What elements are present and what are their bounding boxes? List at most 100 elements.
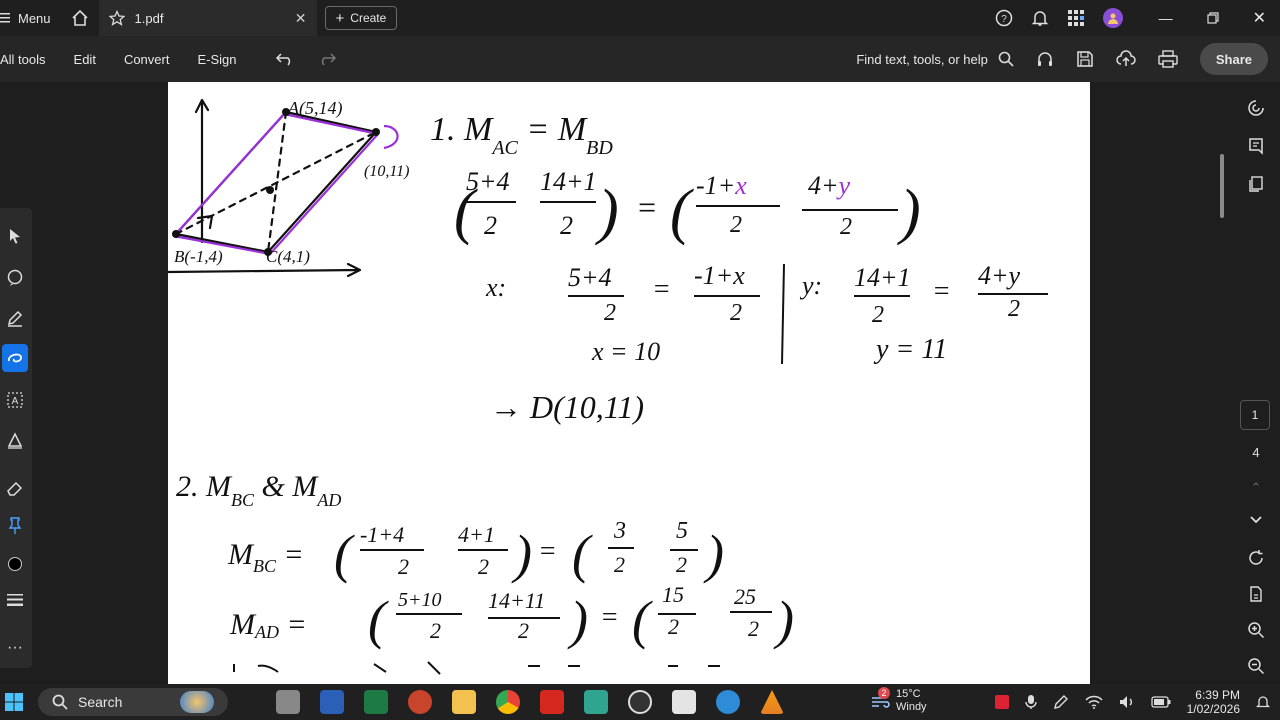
rotate-icon[interactable] [1242, 544, 1270, 572]
windows-start-icon[interactable] [4, 692, 24, 712]
acrobat-icon[interactable] [540, 690, 564, 714]
create-button[interactable]: + Create [324, 6, 398, 30]
notification-bell-icon[interactable] [1256, 694, 1270, 710]
weather-widget[interactable]: 2 15°C Windy [870, 687, 927, 714]
ai-assistant-icon[interactable] [1242, 94, 1270, 122]
hamburger-icon [0, 13, 10, 23]
fill-sign-icon[interactable] [2, 426, 28, 454]
minimize-icon[interactable]: — [1159, 10, 1173, 26]
pen-app-icon[interactable] [584, 690, 608, 714]
pages-thumbnails-icon[interactable] [1242, 170, 1270, 198]
menu-button[interactable]: Menu [0, 0, 61, 36]
close-tab-icon[interactable]: ✕ [295, 10, 307, 27]
find-search[interactable]: Find text, tools, or help [856, 51, 1014, 67]
apps-grid-icon[interactable] [1067, 9, 1085, 27]
line-weight-icon[interactable] [2, 586, 28, 614]
prev-page-icon[interactable]: ⌃ [1242, 474, 1270, 502]
esign-button[interactable]: E-Sign [183, 36, 250, 82]
save-icon[interactable] [1076, 50, 1094, 68]
redo-icon[interactable] [309, 36, 351, 82]
clock-time: 6:39 PM [1195, 688, 1240, 702]
eq1-rnum1: -1+x [696, 171, 747, 200]
mbc-r2: 5 [676, 518, 688, 544]
close-window-icon[interactable]: ✕ [1253, 8, 1266, 28]
label-c: C(4,1) [266, 247, 310, 266]
document-tab[interactable]: 1.pdf ✕ [98, 0, 317, 36]
all-tools-button[interactable]: All tools [0, 36, 60, 82]
home-icon[interactable] [61, 9, 99, 27]
convert-button[interactable]: Convert [110, 36, 184, 82]
bell-icon[interactable] [1031, 9, 1049, 27]
draw-tool-icon[interactable] [2, 344, 28, 372]
point-b-dot [172, 230, 180, 238]
mbc-rd1: 2 [614, 552, 625, 577]
edit-button[interactable]: Edit [60, 36, 110, 82]
vlc-icon[interactable] [760, 690, 784, 714]
folder-icon[interactable] [452, 690, 476, 714]
line2-heading: 2. MBC & MAD [176, 470, 341, 510]
current-page-box[interactable]: 1 [1240, 400, 1270, 430]
openai-icon[interactable] [628, 690, 652, 714]
text-box-icon[interactable]: A [2, 386, 28, 414]
line1-heading: 1. MAC = MBD [430, 111, 613, 159]
zoom-out-icon[interactable] [1242, 652, 1270, 680]
mad-label: MAD = [229, 608, 307, 642]
label-a: A(5,14) [287, 98, 342, 119]
globe-app-icon[interactable] [716, 690, 740, 714]
tray-app-icon[interactable] [994, 695, 1009, 709]
taskbar-search[interactable]: Search [38, 688, 228, 716]
clock-date: 1/02/2026 [1186, 702, 1240, 716]
eq1-rnum2: 4+y [808, 171, 851, 200]
print-icon[interactable] [1158, 50, 1178, 68]
help-icon[interactable]: ? [995, 9, 1013, 27]
star-icon[interactable] [108, 10, 125, 26]
scrollbar-thumb[interactable] [1220, 154, 1224, 218]
tab-title: 1.pdf [134, 10, 164, 26]
microphone-icon[interactable] [1024, 694, 1037, 710]
snipping-tool-icon[interactable] [672, 690, 696, 714]
vertical-scrollbar[interactable] [1214, 82, 1230, 684]
zoom-in-icon[interactable] [1242, 616, 1270, 644]
headphones-icon[interactable] [1036, 50, 1054, 68]
search-icon [998, 51, 1014, 67]
avatar[interactable] [1102, 8, 1123, 28]
file-explorer-gray-icon[interactable] [276, 690, 300, 714]
next-page-icon[interactable] [1242, 506, 1270, 534]
eq1-rden2: 2 [840, 214, 852, 240]
battery-icon[interactable] [1150, 696, 1171, 708]
mbc-paren-close-2: ) [703, 524, 724, 584]
volume-icon[interactable] [1119, 695, 1135, 709]
comment-icon[interactable] [2, 264, 28, 292]
clock[interactable]: 6:39 PM 1/02/2026 [1187, 688, 1240, 716]
cloud-upload-icon[interactable] [1116, 50, 1136, 68]
powerpoint-icon[interactable] [408, 690, 432, 714]
restore-icon[interactable] [1206, 12, 1219, 24]
pin-icon[interactable] [2, 512, 28, 540]
more-tools-icon[interactable]: ··· [2, 634, 28, 662]
page-fit-icon[interactable] [1242, 580, 1270, 608]
esign-label: E-Sign [197, 51, 237, 67]
color-swatch-icon[interactable] [2, 550, 28, 578]
x-eq-numl: 5+4 [568, 263, 612, 292]
find-label: Find text, tools, or help [856, 51, 988, 67]
select-tool-icon[interactable] [2, 222, 28, 250]
share-button[interactable]: Share [1199, 43, 1268, 75]
mad-n1: 5+10 [398, 589, 442, 611]
highlight-pen-icon[interactable] [2, 304, 28, 332]
chrome-icon[interactable] [496, 690, 520, 714]
wifi-icon[interactable] [1085, 695, 1103, 709]
word-icon[interactable] [320, 690, 344, 714]
eq1-den1: 2 [484, 211, 497, 240]
toolbar-right: Find text, tools, or help Share [856, 36, 1268, 82]
label-d-coord: (10,11) [364, 163, 409, 180]
eraser-icon[interactable] [2, 474, 28, 502]
search-highlight-icon [180, 691, 214, 713]
excel-icon[interactable] [364, 690, 388, 714]
undo-icon[interactable] [251, 36, 309, 82]
eq1-rden1: 2 [730, 212, 742, 238]
pen-icon[interactable] [1053, 694, 1069, 710]
search-icon [52, 694, 68, 710]
bookmark-comment-icon[interactable] [1242, 132, 1270, 160]
point-d-mark [383, 124, 399, 150]
mad-paren-close-2: ) [773, 590, 794, 650]
